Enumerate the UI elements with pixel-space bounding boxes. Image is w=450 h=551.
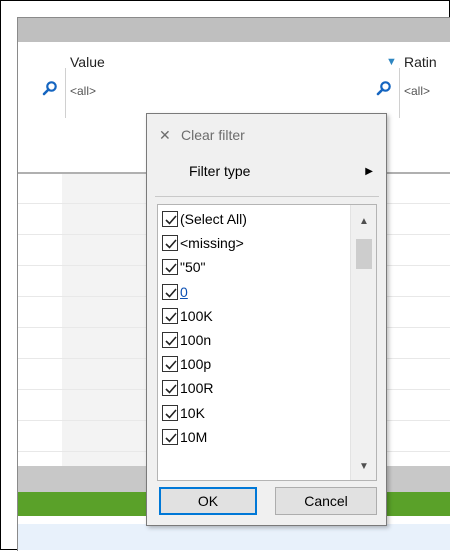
filter-value-item[interactable]: 100R xyxy=(158,376,348,400)
clear-filter-label: Clear filter xyxy=(181,127,245,143)
filter-value-item[interactable]: 10K xyxy=(158,401,348,425)
filter-value-item[interactable]: "50" xyxy=(158,255,348,279)
grid-header-row: Value ▼ Ratin <all> <all> xyxy=(18,42,450,118)
filter-type-label: Filter type xyxy=(189,163,251,179)
column-header-value[interactable]: Value xyxy=(70,54,105,70)
column-divider[interactable] xyxy=(65,68,66,118)
ok-button[interactable]: OK xyxy=(159,487,257,515)
filter-value-label: 0 xyxy=(180,283,188,300)
checkbox[interactable] xyxy=(162,380,178,397)
filter-value-label: (Select All) xyxy=(180,211,247,228)
filter-value-label: 10K xyxy=(180,404,205,421)
menu-separator xyxy=(155,196,379,197)
cancel-button[interactable]: Cancel xyxy=(275,487,377,515)
filter-value-item[interactable]: (Select All) xyxy=(158,207,348,231)
checkbox[interactable] xyxy=(162,332,178,349)
submenu-arrow-icon: ▶ xyxy=(365,165,373,177)
filter-values-items: (Select All) <missing> "50" 0 100K 100n 100p 10… xyxy=(158,207,348,449)
filter-value-item[interactable]: 100n xyxy=(158,328,348,352)
window-frame: Value ▼ Ratin <all> <all> ✕ Clear filter… xyxy=(0,0,450,551)
filter-value-item[interactable]: 10M xyxy=(158,425,348,449)
checkbox[interactable] xyxy=(162,356,178,373)
filter-value-item[interactable]: <missing> xyxy=(158,231,348,255)
scroll-down-icon[interactable]: ▼ xyxy=(351,454,376,478)
scroll-up-icon[interactable]: ▲ xyxy=(351,209,376,233)
checkbox[interactable] xyxy=(162,235,178,252)
filter-value-label: <missing> xyxy=(180,235,244,252)
filter-type-menu[interactable]: Filter type ▶ xyxy=(159,158,373,184)
filter-value-label: 100n xyxy=(180,332,212,349)
scroll-thumb[interactable] xyxy=(356,239,372,269)
list-scrollbar[interactable]: ▲ ▼ xyxy=(350,205,376,480)
sort-indicator-icon[interactable]: ▼ xyxy=(386,56,397,68)
checkbox[interactable] xyxy=(162,428,178,445)
grid-selected-row[interactable] xyxy=(18,524,450,550)
clear-filter-button[interactable]: ✕ Clear filter xyxy=(159,124,245,146)
filter-value-item[interactable]: 100K xyxy=(158,304,348,328)
filter-value-label: "50" xyxy=(180,259,206,276)
column-divider[interactable] xyxy=(399,68,400,118)
filter-value-label: 10M xyxy=(180,428,208,445)
search-icon[interactable] xyxy=(42,80,58,96)
filter-value-text[interactable]: <all> xyxy=(70,84,96,98)
checkbox[interactable] xyxy=(162,283,178,300)
column-header-rating[interactable]: Ratin xyxy=(404,54,437,70)
clear-filter-icon: ✕ xyxy=(159,126,171,143)
filter-value-label: 100p xyxy=(180,356,212,373)
filter-rating-text[interactable]: <all> xyxy=(404,84,430,98)
grid-top-bar xyxy=(18,18,450,42)
checkbox[interactable] xyxy=(162,307,178,324)
filter-value-label: 100R xyxy=(180,380,214,397)
filter-value-label: 100K xyxy=(180,307,213,324)
checkbox[interactable] xyxy=(162,259,178,276)
filter-values-list[interactable]: (Select All) <missing> "50" 0 100K 100n 100p 10… xyxy=(157,204,377,481)
search-icon[interactable] xyxy=(376,80,392,96)
filter-value-item[interactable]: 0 xyxy=(158,280,348,304)
filter-popup: ✕ Clear filter Filter type ▶ (Select All… xyxy=(146,113,387,526)
filter-value-item[interactable]: 100p xyxy=(158,352,348,376)
checkbox[interactable] xyxy=(162,211,178,228)
checkbox[interactable] xyxy=(162,404,178,421)
